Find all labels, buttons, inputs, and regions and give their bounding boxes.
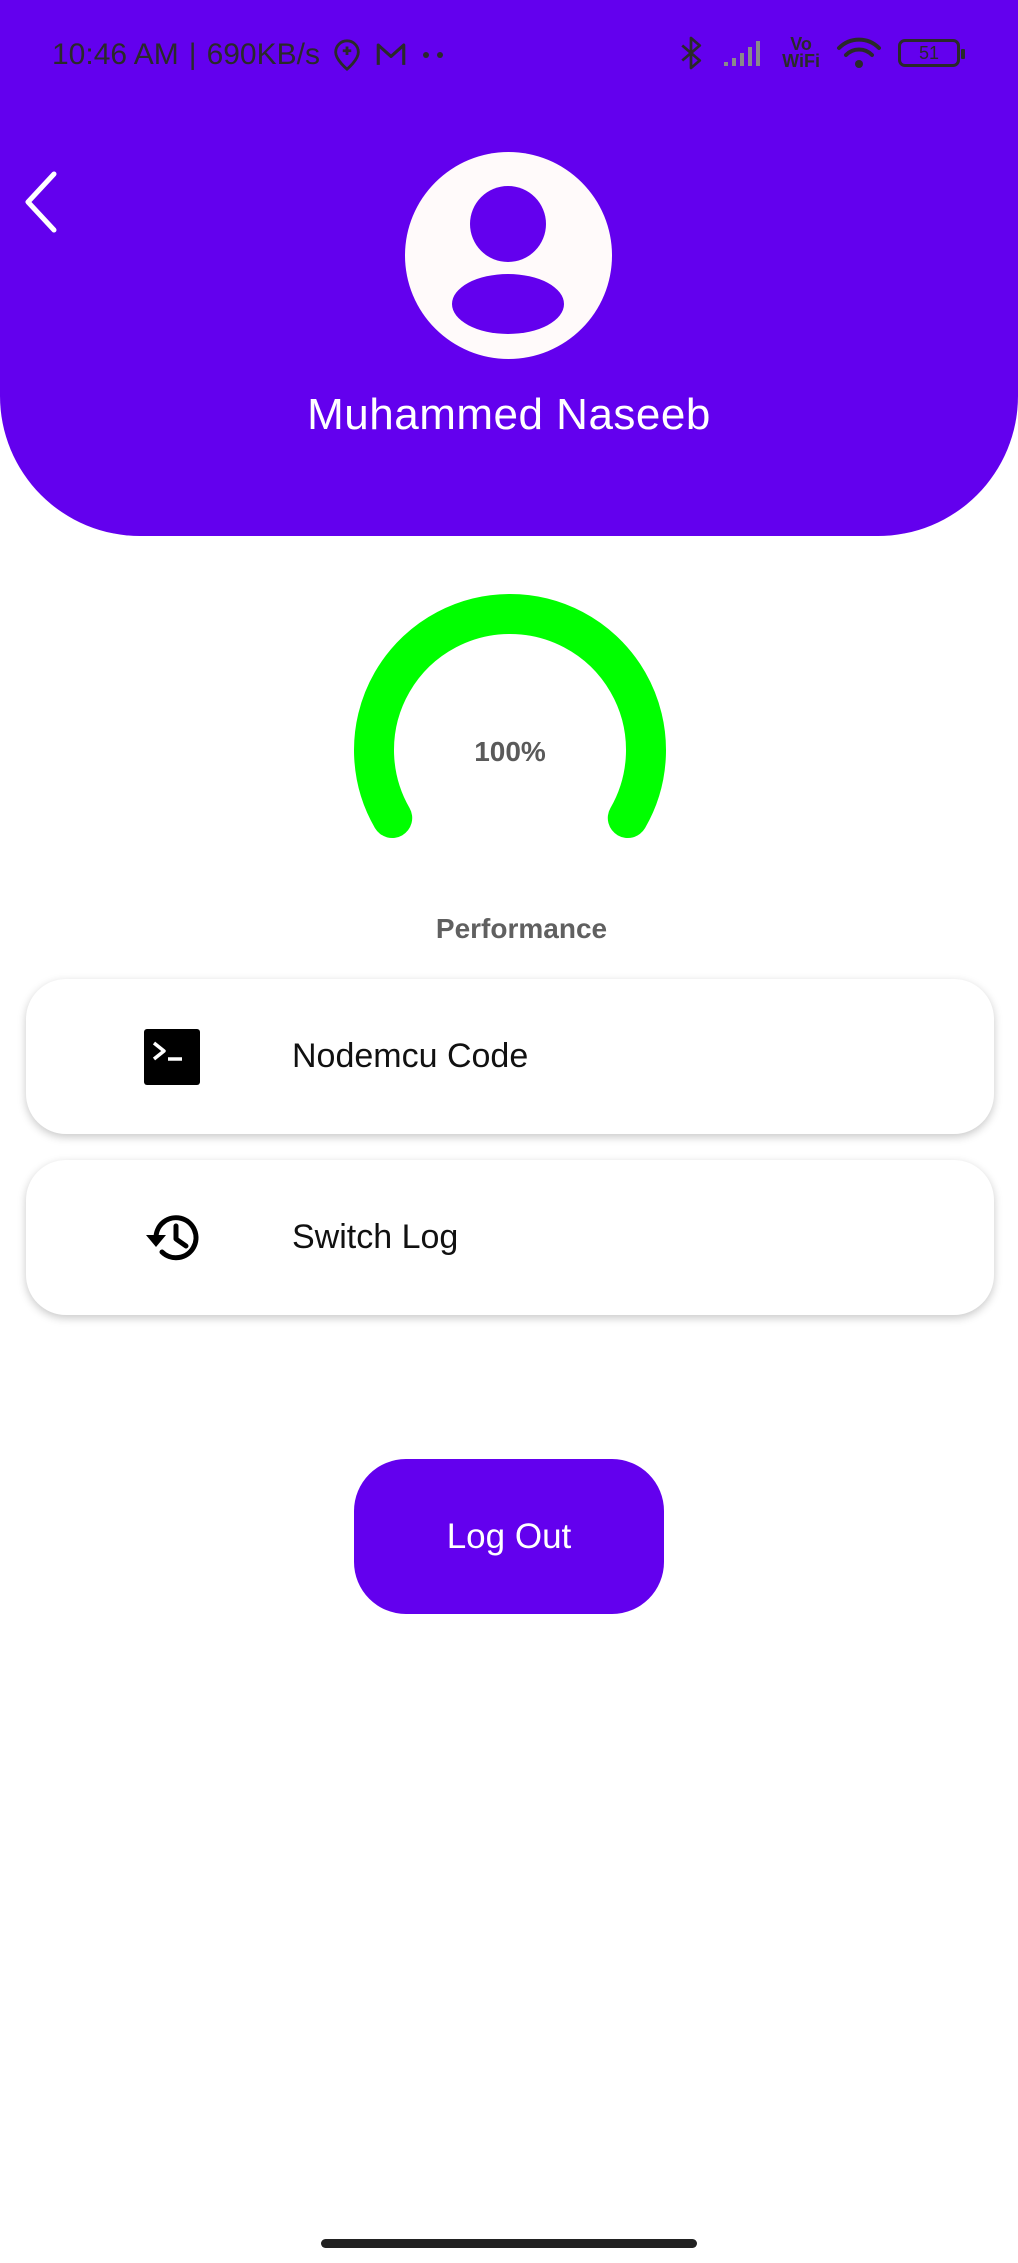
- status-left: 10:46 AM | 690KB/s: [52, 38, 448, 72]
- menu-item-switch-log[interactable]: Switch Log: [26, 1160, 994, 1315]
- avatar: [405, 152, 612, 359]
- performance-value: 100%: [474, 736, 546, 767]
- home-indicator[interactable]: [321, 2239, 697, 2248]
- performance-label: Performance: [435, 913, 608, 944]
- cell-signal-icon: [724, 41, 761, 66]
- status-time: 10:46 AM: [52, 38, 179, 71]
- network-speed: 690KB/s: [206, 38, 320, 71]
- status-right: Vo WiFi 51: [676, 34, 965, 72]
- wifi-icon: [837, 37, 881, 68]
- menu-item-nodemcu-code[interactable]: Nodemcu Code: [26, 979, 994, 1134]
- vowifi-indicator: Vo WiFi: [782, 35, 820, 71]
- battery-icon: 51: [898, 39, 965, 67]
- menu-item-label: Nodemcu Code: [292, 1037, 529, 1075]
- terminal-icon: [144, 1029, 200, 1085]
- location-pin-icon: [334, 39, 360, 71]
- person-icon: [452, 186, 564, 334]
- more-notifications-icon: [422, 52, 443, 58]
- menu-item-label: Switch Log: [292, 1218, 459, 1256]
- status-bar: 10:46 AM | 690KB/s Vo WiFi 51: [0, 0, 1018, 115]
- battery-level: 51: [918, 42, 940, 63]
- performance-gauge: [354, 594, 666, 838]
- gauge-arc: [354, 594, 666, 838]
- user-name: Muhammed Naseeb: [307, 390, 711, 439]
- history-icon: [146, 1215, 199, 1261]
- bluetooth-icon: [681, 36, 702, 70]
- vowifi-bottom: WiFi: [782, 51, 820, 71]
- back-arrow-icon[interactable]: [20, 168, 64, 236]
- gmail-icon: [376, 43, 406, 65]
- status-separator: |: [188, 38, 197, 71]
- logout-button[interactable]: Log Out: [354, 1459, 664, 1614]
